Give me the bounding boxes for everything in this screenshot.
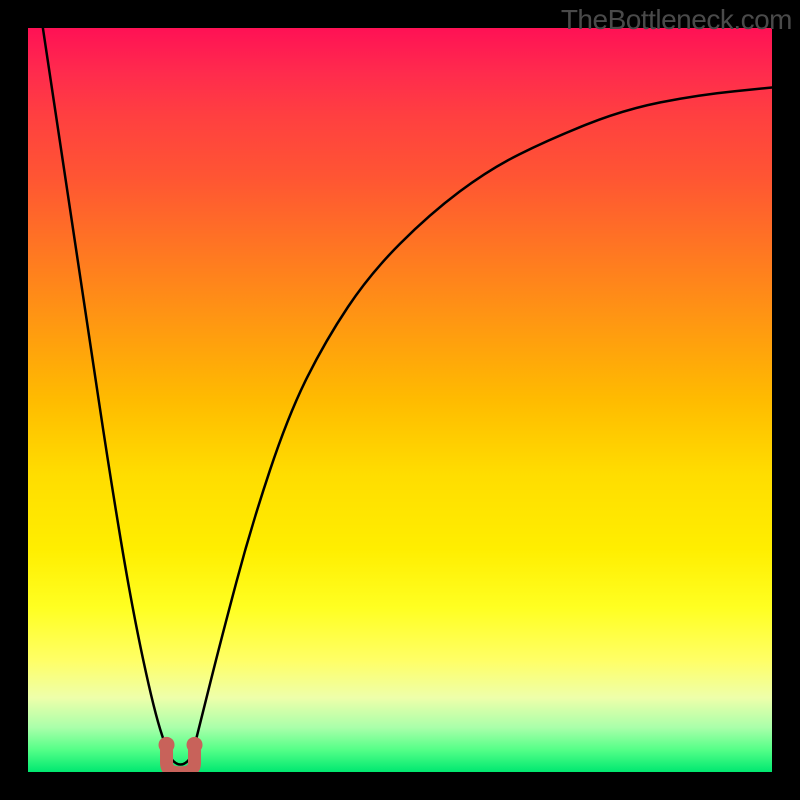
minimum-marker <box>159 737 203 772</box>
curve-overlay <box>28 28 772 772</box>
bottleneck-curve-path <box>43 28 772 765</box>
